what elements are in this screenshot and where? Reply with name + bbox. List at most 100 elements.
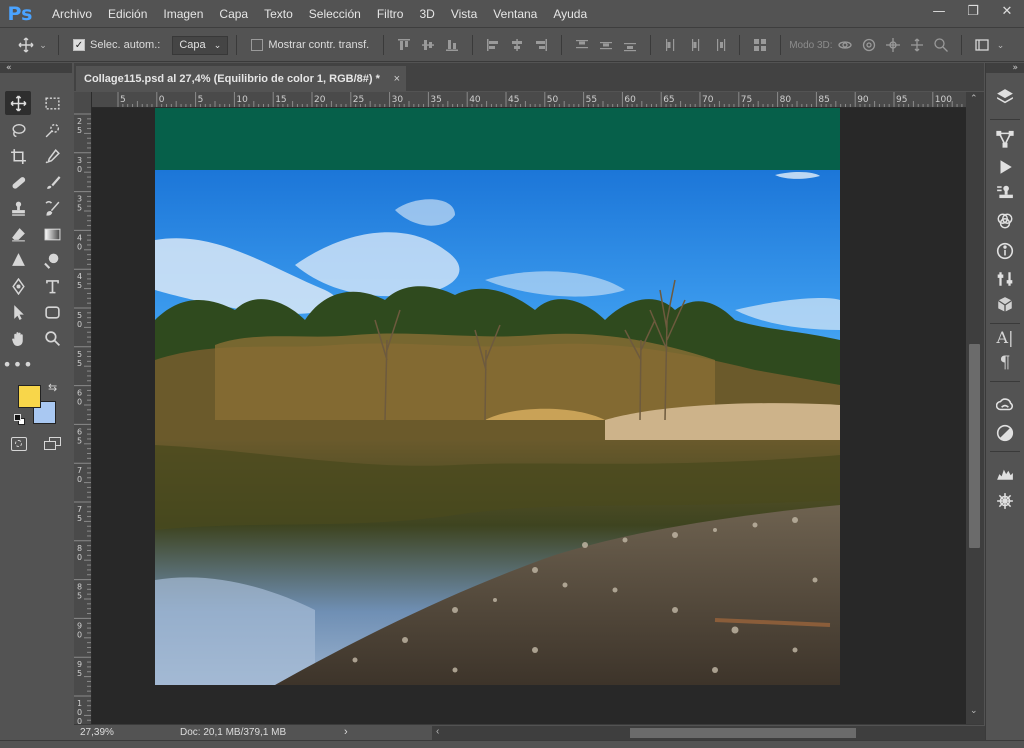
3d-icon[interactable] [992,293,1018,317]
foreground-color-swatch[interactable] [18,385,41,408]
menu-3d[interactable]: 3D [411,0,442,28]
healing-icon[interactable] [5,170,31,194]
ruler-vertical[interactable]: 253035404550556065707580859095100 [74,92,92,724]
distribute-left-icon[interactable] [661,35,681,55]
vertical-scroll-thumb[interactable] [969,344,980,548]
dodge-icon[interactable] [39,248,65,272]
quick-mask-icon[interactable] [11,437,27,451]
auto-select-target-dropdown[interactable]: Capa ⌄ [172,35,229,55]
restore-button[interactable]: ❐ [956,0,990,22]
auto-align-icon[interactable] [750,35,770,55]
toolbar-collapse-button[interactable]: « [0,63,72,73]
channels-icon[interactable] [992,209,1018,233]
menu-archivo[interactable]: Archivo [44,0,100,28]
roll-3d-icon[interactable] [859,35,879,55]
canvas-area[interactable] [92,108,966,724]
menu-capa[interactable]: Capa [211,0,256,28]
ruler-horizontal[interactable]: 5 0 5 10 15 20 25 30 35 40 45 50 55 60 65 70 75 80 85 90 95 1… [92,92,966,108]
orbit-3d-icon[interactable] [835,35,855,55]
properties-icon[interactable] [992,267,1018,291]
type-icon[interactable] [39,274,65,298]
menu-seleccion[interactable]: Selección [301,0,369,28]
status-menu-arrow-icon[interactable]: › [344,726,348,738]
brush-icon[interactable] [39,170,65,194]
libraries-icon[interactable] [992,393,1018,417]
document-size-info[interactable]: Doc: 20,1 MB/379,1 MB [180,727,286,738]
menu-texto[interactable]: Texto [256,0,301,28]
blur-icon[interactable] [5,248,31,272]
workspace-icon[interactable] [972,35,992,55]
eyedropper-icon[interactable] [39,144,65,168]
minimize-button[interactable]: — [922,0,956,22]
shape-icon[interactable] [39,300,65,324]
history-brush-icon[interactable] [39,196,65,220]
align-top-icon[interactable] [394,35,414,55]
ruler-label: 65 [663,95,674,105]
horizontal-scrollbar[interactable]: ‹ › [432,726,1024,740]
chevron-down-icon[interactable]: ⌄ [38,35,48,55]
distribute-hcenter-icon[interactable] [685,35,705,55]
show-transform-checkbox[interactable] [251,39,264,51]
menu-ayuda[interactable]: Ayuda [545,0,595,28]
menu-edicion[interactable]: Edición [100,0,155,28]
crop-icon[interactable] [5,144,31,168]
chevron-down-icon[interactable]: ⌄ [996,35,1006,55]
align-vcenter-icon[interactable] [418,35,438,55]
layers-icon[interactable] [992,85,1018,109]
hand-icon[interactable] [5,326,31,350]
menu-ventana[interactable]: Ventana [485,0,545,28]
align-right-icon[interactable] [531,35,551,55]
adjustments-icon[interactable] [992,421,1018,445]
lasso-icon[interactable] [5,118,31,142]
info-icon[interactable] [992,239,1018,263]
scale-3d-icon[interactable] [931,35,951,55]
distribute-bottom-icon[interactable] [620,35,640,55]
vertical-scrollbar[interactable]: ⌃ ⌄ [966,92,984,724]
ruler-label: 70 [702,95,714,105]
close-tab-button[interactable]: × [394,73,400,85]
marquee-icon[interactable] [39,91,65,115]
move-tool-preset-icon[interactable] [16,35,36,55]
zoom-level[interactable]: 27,39% [80,727,114,738]
tab-document[interactable]: Collage115.psd al 27,4% (Equilibrio de c… [76,66,406,91]
align-bottom-icon[interactable] [442,35,462,55]
distribute-right-icon[interactable] [709,35,729,55]
default-colors-icon[interactable] [14,414,26,426]
slide-3d-icon[interactable] [907,35,927,55]
quick-select-icon[interactable] [39,118,65,142]
close-window-button[interactable]: ✕ [990,0,1024,22]
scroll-up-icon[interactable]: ⌃ [970,94,978,104]
paragraph-icon[interactable]: ¶ [992,351,1018,375]
scroll-down-icon[interactable]: ⌄ [970,706,978,716]
path-select-icon[interactable] [5,300,31,324]
pan-3d-icon[interactable] [883,35,903,55]
align-left-icon[interactable] [483,35,503,55]
more-tools-icon[interactable]: ••• [2,352,32,376]
character-icon[interactable]: A| [992,325,1018,349]
clone-source-icon[interactable] [992,181,1018,205]
align-hcenter-icon[interactable] [507,35,527,55]
distribute-vcenter-icon[interactable] [596,35,616,55]
scroll-left-icon[interactable]: ‹ [436,726,439,737]
zoom-icon[interactable] [39,326,65,350]
distribute-top-icon[interactable] [572,35,592,55]
pen-icon[interactable] [5,274,31,298]
actions-icon[interactable] [992,155,1018,179]
menu-imagen[interactable]: Imagen [155,0,211,28]
menu-filtro[interactable]: Filtro [369,0,412,28]
swap-colors-icon[interactable]: ⇆ [48,381,57,394]
screen-mode-icon[interactable] [44,437,62,451]
dock-collapse-button[interactable]: » [986,63,1024,73]
ruler-label: 5 [198,95,204,105]
document-tab-title: Collage115.psd al 27,4% (Equilibrio de c… [84,72,380,85]
auto-select-checkbox[interactable]: ✓ [73,39,85,51]
stamp-icon[interactable] [5,196,31,220]
horizontal-scroll-thumb[interactable] [630,728,856,738]
move-icon[interactable] [5,91,31,115]
navigator-icon[interactable] [992,489,1018,513]
histogram-icon[interactable] [992,461,1018,485]
menu-vista[interactable]: Vista [443,0,485,28]
eraser-icon[interactable] [5,222,31,246]
paths-icon[interactable] [992,127,1018,151]
gradient-icon[interactable] [39,222,65,246]
